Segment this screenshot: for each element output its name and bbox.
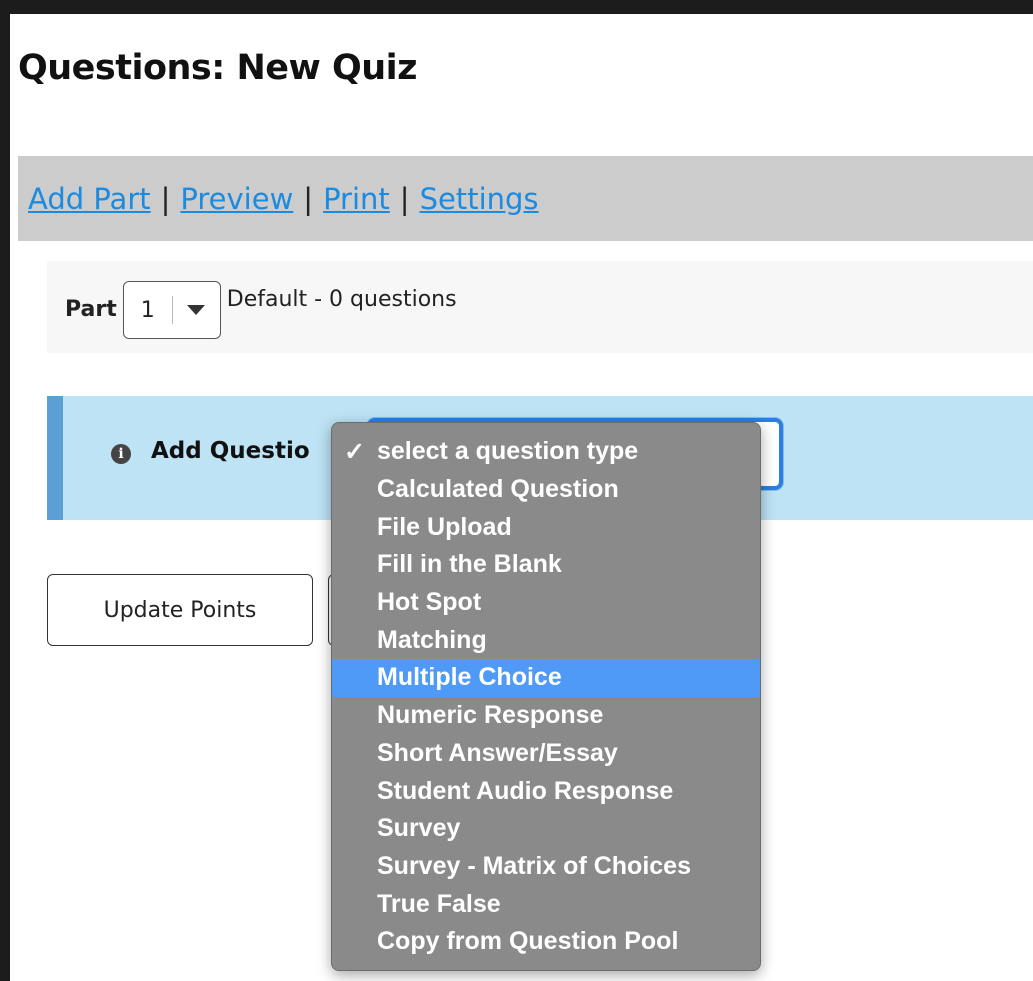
add-question-label: Add Questio: [151, 438, 310, 464]
preview-link[interactable]: Preview: [180, 182, 293, 216]
part-description: Default - 0 questions: [226, 287, 457, 312]
dropdown-option-label: Fill in the Blank: [377, 550, 562, 579]
part-select-arrow[interactable]: [173, 305, 220, 315]
toolbar-separator: |: [160, 181, 171, 216]
part-select[interactable]: 1: [122, 281, 221, 339]
question-type-dropdown[interactable]: ✓ select a question type Calculated Questi…: [331, 422, 761, 971]
print-link[interactable]: Print: [323, 182, 390, 216]
settings-link[interactable]: Settings: [420, 182, 539, 216]
dropdown-option-label: Matching: [377, 625, 487, 654]
dropdown-option[interactable]: Fill in the Blank: [332, 546, 760, 584]
dropdown-option[interactable]: Numeric Response: [332, 697, 760, 735]
dropdown-option[interactable]: Survey: [332, 810, 760, 848]
dropdown-option-label: Survey: [377, 814, 461, 843]
toolbar: Add Part | Preview | Print | Settings: [18, 156, 1033, 241]
dropdown-option[interactable]: Matching: [332, 621, 760, 659]
dropdown-option-label: Survey - Matrix of Choices: [377, 851, 691, 880]
dropdown-option[interactable]: Multiple Choice: [332, 659, 760, 697]
add-part-link[interactable]: Add Part: [28, 182, 151, 216]
toolbar-separator: |: [303, 181, 314, 216]
dropdown-option-label: Hot Spot: [377, 588, 482, 617]
dropdown-option[interactable]: Short Answer/Essay: [332, 735, 760, 773]
caret-down-icon: [187, 305, 206, 315]
page-title: Questions: New Quiz: [18, 48, 418, 88]
dropdown-option-label: Short Answer/Essay: [377, 738, 618, 767]
dropdown-option[interactable]: Copy from Question Pool: [332, 923, 760, 961]
update-points-button[interactable]: Update Points: [47, 574, 313, 646]
dropdown-option-label: Student Audio Response: [377, 776, 674, 805]
dropdown-option-label: File Upload: [377, 512, 512, 541]
part-row: Part 1 Default - 0 questions: [47, 261, 1033, 353]
part-select-value: 1: [140, 297, 155, 323]
toolbar-separator: |: [399, 181, 410, 216]
dropdown-option-label: Multiple Choice: [377, 663, 562, 692]
part-label: Part: [65, 297, 117, 322]
dropdown-option-label: Numeric Response: [377, 701, 604, 730]
info-icon: i: [111, 444, 131, 464]
dropdown-option[interactable]: Survey - Matrix of Choices: [332, 848, 760, 886]
dropdown-option[interactable]: True False: [332, 885, 760, 923]
dropdown-option[interactable]: File Upload: [332, 508, 760, 546]
dropdown-option[interactable]: Calculated Question: [332, 471, 760, 509]
dropdown-option-label: select a question type: [377, 437, 639, 466]
dropdown-option[interactable]: Student Audio Response: [332, 772, 760, 810]
dropdown-option[interactable]: ✓ select a question type: [332, 433, 760, 471]
dropdown-option[interactable]: Hot Spot: [332, 584, 760, 622]
checkmark-icon: ✓: [344, 437, 365, 466]
dropdown-option-label: True False: [377, 889, 501, 918]
dropdown-option-label: Calculated Question: [377, 475, 619, 504]
dropdown-option-label: Copy from Question Pool: [377, 927, 679, 956]
